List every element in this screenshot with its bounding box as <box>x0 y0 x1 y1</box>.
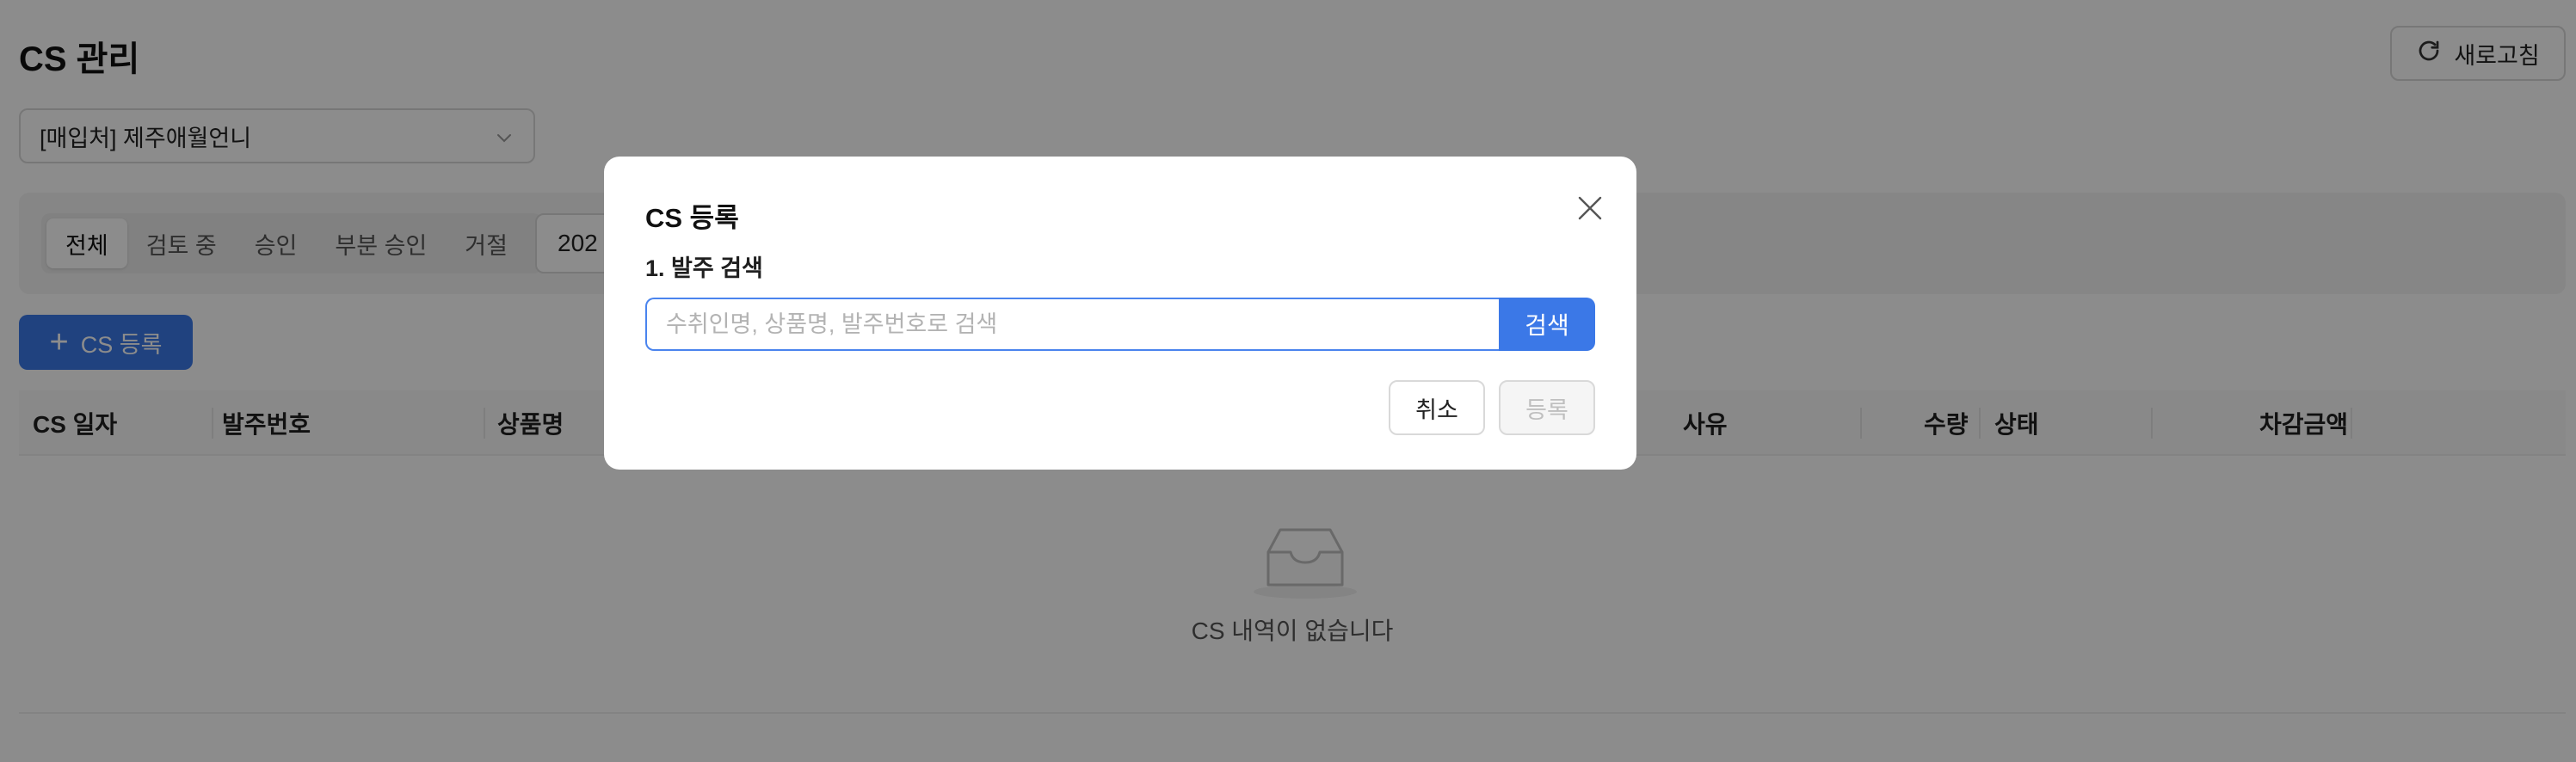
step-label-order-search: 1. 발주 검색 <box>645 255 763 281</box>
search-button[interactable]: 검색 <box>1499 298 1595 351</box>
register-button[interactable]: 등록 <box>1499 380 1595 435</box>
modal-title: CS 등록 <box>645 203 739 233</box>
cs-management-page: CS 관리 새로고침 [매입처] 제주애월언니 전체 검토 중 승인 부분 승인… <box>0 0 2576 762</box>
cs-register-modal: CS 등록 1. 발주 검색 검색 취소 등록 <box>604 157 1636 470</box>
order-search-input[interactable] <box>645 298 1501 351</box>
close-icon[interactable] <box>1573 191 1607 225</box>
cancel-button[interactable]: 취소 <box>1389 380 1485 435</box>
